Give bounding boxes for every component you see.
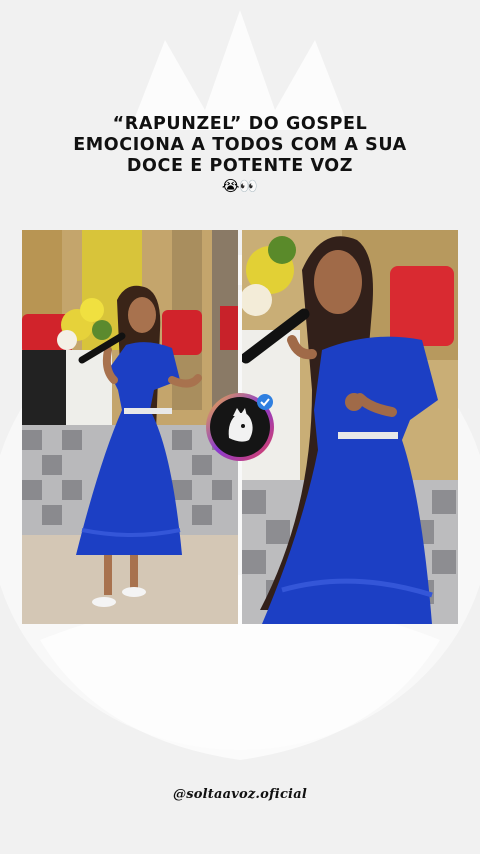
headline-emojis: 😭👀 xyxy=(221,177,259,195)
headline-line-1: “RAPUNZEL” DO GOSPEL xyxy=(112,114,368,134)
crown-watermark-icon xyxy=(130,10,350,130)
account-handle[interactable]: @soltaavoz.oficial xyxy=(0,787,480,802)
profile-badge[interactable] xyxy=(203,390,277,464)
headline-line-3: DOCE E POTENTE VOZ xyxy=(126,156,354,176)
headline-line-2: EMOCIONA A TODOS COM A SUA xyxy=(73,135,407,155)
headline: “RAPUNZEL” DO GOSPEL EMOCIONA A TODOS CO… xyxy=(40,114,440,177)
